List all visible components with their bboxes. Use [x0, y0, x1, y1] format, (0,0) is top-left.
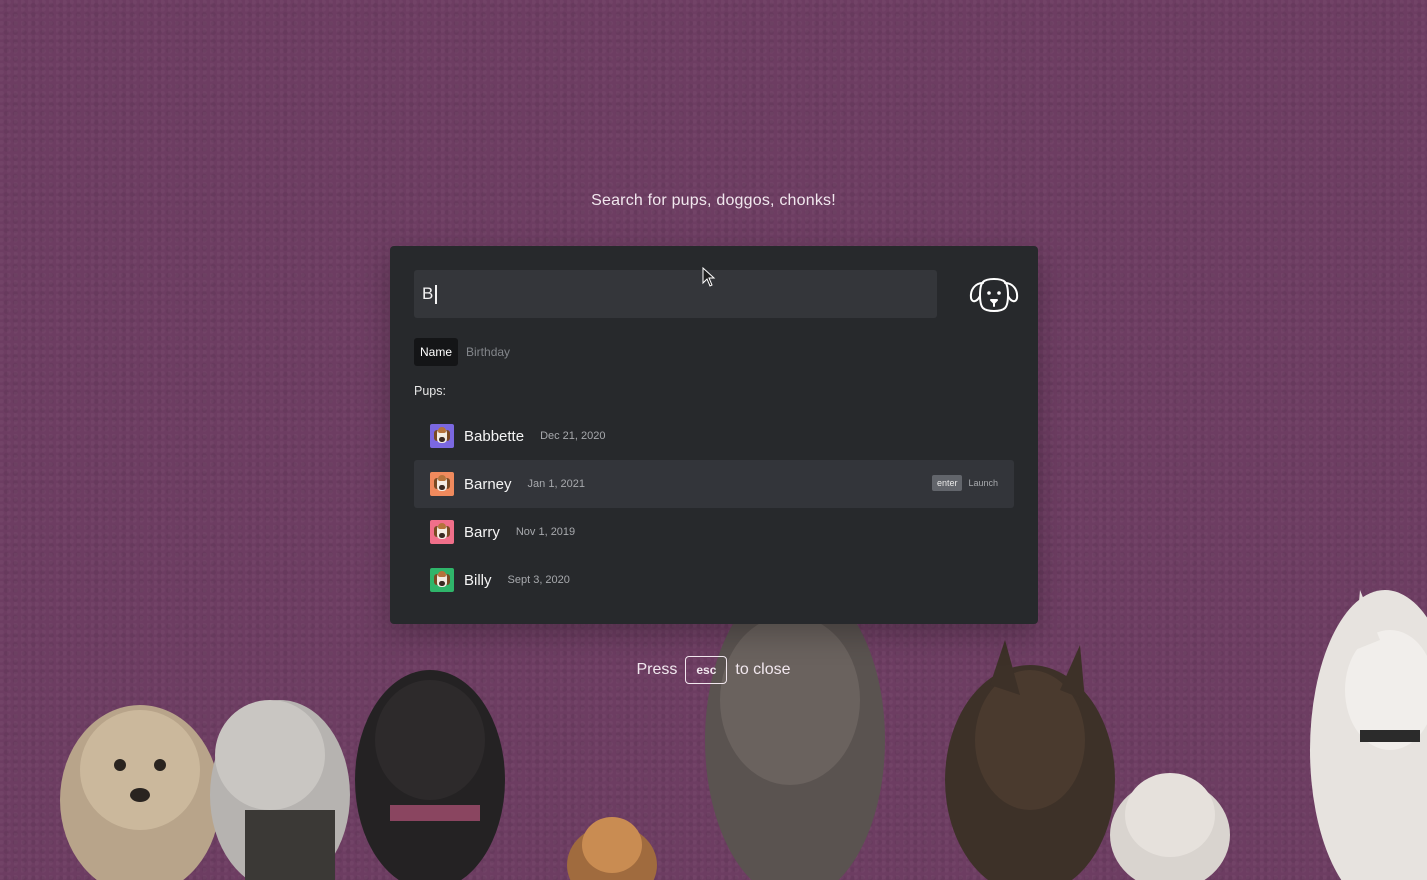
dog-avatar — [430, 568, 454, 592]
result-name: Barry — [464, 523, 500, 541]
close-hint: Press esc to close — [0, 656, 1427, 684]
tab-birthday[interactable]: Birthday — [460, 338, 516, 366]
results-list: Babbette Dec 21, 2020 Barney Jan 1, 2021… — [414, 412, 1014, 604]
result-date: Jan 1, 2021 — [527, 478, 586, 490]
result-row-barney[interactable]: Barney Jan 1, 2021 enter Launch — [414, 460, 1014, 508]
search-panel: B Name Birthday Pups: Babbette Dec 21, 2… — [390, 246, 1038, 624]
launch-hint: enter Launch — [931, 475, 998, 491]
close-hint-to-close: to close — [735, 661, 791, 678]
tab-name[interactable]: Name — [414, 338, 459, 366]
dog-avatar — [430, 424, 454, 448]
result-row-billy[interactable]: Billy Sept 3, 2020 — [414, 556, 1014, 604]
dogs-background-image — [60, 580, 1427, 880]
search-input-value: B — [422, 284, 434, 303]
result-date: Sept 3, 2020 — [507, 574, 570, 586]
result-name: Barney — [464, 475, 512, 493]
dog-avatar — [430, 520, 454, 544]
text-caret — [435, 284, 437, 304]
search-input[interactable]: B — [414, 270, 937, 318]
esc-key-button[interactable]: esc — [685, 656, 728, 684]
results-section-label: Pups: — [414, 384, 446, 398]
page-headline: Search for pups, doggos, chonks! — [591, 192, 836, 209]
result-name: Babbette — [464, 427, 525, 445]
enter-key-badge: enter — [931, 475, 963, 491]
dog-face-icon — [969, 278, 1019, 312]
result-row-barry[interactable]: Barry Nov 1, 2019 — [414, 508, 1014, 556]
close-hint-press: Press — [636, 661, 678, 678]
launch-label: Launch — [968, 478, 998, 488]
mouse-pointer-icon — [702, 267, 716, 287]
result-name: Billy — [464, 571, 492, 589]
dog-avatar — [430, 472, 454, 496]
result-date: Dec 21, 2020 — [540, 430, 606, 442]
result-date: Nov 1, 2019 — [515, 526, 576, 538]
filter-tabs: Name Birthday — [414, 338, 516, 366]
result-row-babbette[interactable]: Babbette Dec 21, 2020 — [414, 412, 1014, 460]
